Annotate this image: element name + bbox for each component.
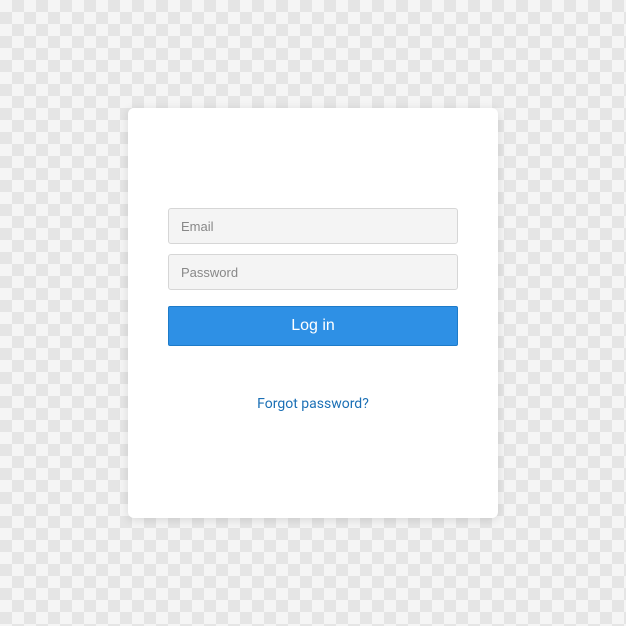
forgot-password-link[interactable]: Forgot password?: [168, 396, 458, 412]
login-button[interactable]: Log in: [168, 306, 458, 346]
email-field[interactable]: [168, 208, 458, 244]
password-field[interactable]: [168, 254, 458, 290]
login-card: Log in Forgot password?: [128, 108, 498, 518]
